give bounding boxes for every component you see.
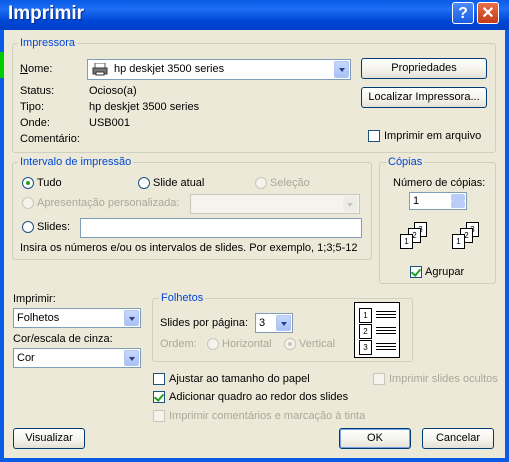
slides-per-page-label: Slides por página: xyxy=(160,317,249,329)
range-selection-label: Seleção xyxy=(270,177,310,189)
print-to-file-checkbox[interactable] xyxy=(368,130,380,142)
handout-preview-slide: 2 xyxy=(359,324,372,339)
print-comments-checkbox[interactable] xyxy=(153,410,165,422)
order-horizontal-label: Horizontal xyxy=(222,338,272,350)
handout-preview: 1 2 3 xyxy=(354,302,400,358)
order-horizontal-radio[interactable] xyxy=(207,338,219,350)
chevron-down-icon[interactable] xyxy=(124,350,139,366)
collate-illustration-icon: 3 2 1 xyxy=(392,220,437,260)
printer-type-label: Tipo: xyxy=(20,101,45,113)
printer-comment-label: Comentário: xyxy=(20,133,80,145)
print-what-label: Imprimir: xyxy=(13,293,56,305)
order-vertical-label: Vertical xyxy=(299,338,336,350)
copies-count-label: Número de cópias: xyxy=(393,177,486,189)
spinner-up-icon[interactable] xyxy=(451,194,465,201)
collate-checkbox[interactable] xyxy=(410,266,422,278)
collate-page-1a: 1 xyxy=(400,234,413,249)
range-all-radio[interactable] xyxy=(22,177,34,189)
range-slides-radio[interactable] xyxy=(22,221,34,233)
range-selection-radio[interactable] xyxy=(255,177,267,189)
window-title: Imprimir xyxy=(8,3,85,24)
order-vertical-radio[interactable] xyxy=(284,338,296,350)
slides-per-page-value: 3 xyxy=(259,317,266,329)
order-label: Ordem: xyxy=(160,338,197,350)
frame-slides-checkbox[interactable] xyxy=(153,391,165,403)
handout-preview-slide: 3 xyxy=(359,340,372,355)
range-slides-label: Slides: xyxy=(37,221,71,233)
slides-range-input[interactable] xyxy=(80,218,362,238)
color-label: Cor/escala de cinza: xyxy=(13,333,113,345)
handout-preview-lines xyxy=(376,327,396,328)
printer-name-value: hp deskjet 3500 series xyxy=(114,63,225,75)
chevron-down-icon[interactable] xyxy=(334,61,349,78)
custom-show-select[interactable] xyxy=(190,194,360,214)
color-select[interactable]: Cor xyxy=(13,348,141,368)
collate-label: Agrupar xyxy=(425,266,465,278)
chevron-down-icon[interactable] xyxy=(124,310,139,326)
collate-page-1b: 1 xyxy=(452,234,465,249)
copies-count-value: 1 xyxy=(413,195,420,207)
chevron-down-icon xyxy=(343,196,358,212)
scale-to-fit-checkbox[interactable] xyxy=(153,373,165,385)
print-what-value: Folhetos xyxy=(17,312,60,324)
print-hidden-checkbox[interactable] xyxy=(373,373,385,385)
window-frame-right xyxy=(505,30,509,462)
slides-per-page-select[interactable]: 3 xyxy=(255,313,293,333)
printer-group-legend: Impressora xyxy=(18,37,78,49)
scale-to-fit-label: Ajustar ao tamanho do papel xyxy=(169,373,310,385)
handouts-legend: Folhetos xyxy=(159,292,206,304)
chevron-down-icon[interactable] xyxy=(276,315,291,331)
cancel-button[interactable]: Cancelar xyxy=(422,428,494,449)
printer-where-value: USB001 xyxy=(89,117,130,129)
printer-name-select[interactable]: hp deskjet 3500 series xyxy=(87,59,351,80)
range-all-label: Tudo xyxy=(37,177,62,189)
printer-name-label: Nome: xyxy=(20,63,53,75)
preview-button[interactable]: Visualizar xyxy=(13,428,85,449)
print-comments-label: Imprimir comentários e marcação à tinta xyxy=(169,410,366,422)
slides-range-hint: Insira os números e/ou os intervalos de … xyxy=(20,242,358,254)
color-value: Cor xyxy=(17,352,35,364)
printer-type-value: hp deskjet 3500 series xyxy=(89,101,200,113)
find-printer-button[interactable]: Localizar Impressora... xyxy=(361,87,487,108)
printer-icon xyxy=(92,62,108,76)
frame-slides-label: Adicionar quadro ao redor dos slides xyxy=(169,391,349,403)
handout-preview-lines xyxy=(376,311,396,312)
collate-illustration-icon-2: 3 2 1 xyxy=(444,220,489,260)
handout-preview-lines xyxy=(376,343,396,344)
range-custom-show-radio[interactable] xyxy=(22,197,34,209)
print-range-legend: Intervalo de impressão xyxy=(18,156,134,168)
printer-status-value: Ocioso(a) xyxy=(89,85,137,97)
spinner-down-icon[interactable] xyxy=(451,201,465,208)
help-button[interactable]: ? xyxy=(452,2,474,24)
range-custom-show-label: Apresentação personalizada: xyxy=(37,197,180,209)
print-to-file-label: Imprimir em arquivo xyxy=(384,130,482,142)
range-current-slide-label: Slide atual xyxy=(153,177,205,189)
print-what-select[interactable]: Folhetos xyxy=(13,308,141,328)
properties-button[interactable]: Propriedades xyxy=(361,58,487,79)
window-frame-bottom xyxy=(0,458,509,462)
copies-legend: Cópias xyxy=(386,156,425,168)
ok-button[interactable]: OK xyxy=(339,428,411,449)
range-current-slide-radio[interactable] xyxy=(138,177,150,189)
printer-where-label: Onde: xyxy=(20,117,50,129)
close-button[interactable]: ✕ xyxy=(477,2,499,24)
copies-count-spinner[interactable]: 1 xyxy=(409,192,467,210)
print-hidden-label: Imprimir slides ocultos xyxy=(389,373,498,385)
printer-status-label: Status: xyxy=(20,85,55,97)
handout-preview-slide: 1 xyxy=(359,308,372,323)
